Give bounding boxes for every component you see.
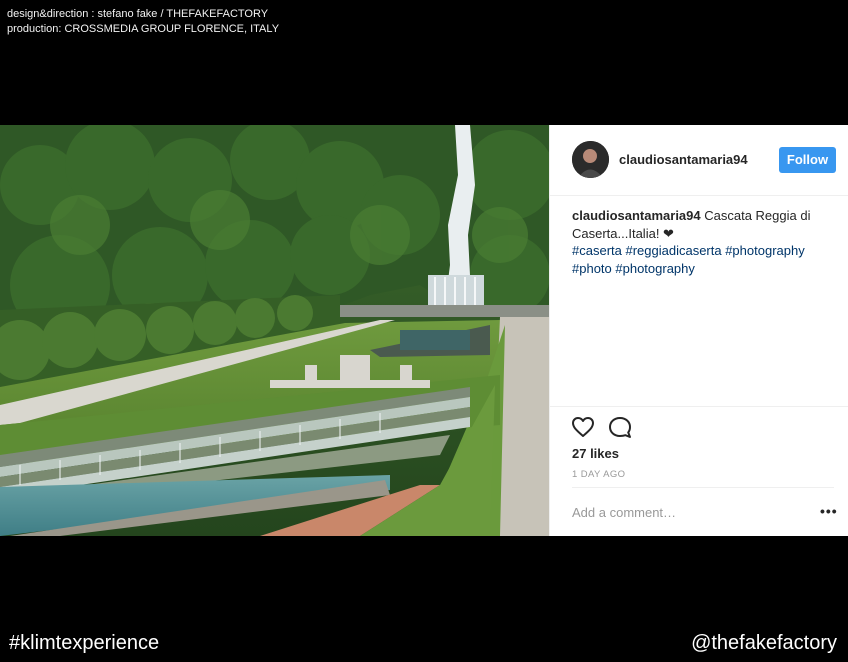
- likes-count[interactable]: 27 likes: [572, 446, 619, 461]
- footer-handle: @thefakefactory: [691, 632, 837, 654]
- action-icons: [572, 416, 632, 440]
- avatar[interactable]: [572, 141, 609, 178]
- post-photo[interactable]: [0, 125, 549, 536]
- caption-hashtags-line2[interactable]: #photo #photography: [572, 261, 695, 276]
- post-username[interactable]: claudiosantamaria94: [619, 152, 748, 167]
- more-options-icon[interactable]: •••: [820, 503, 838, 519]
- comment-divider: [572, 487, 834, 488]
- actions-divider: [550, 406, 848, 407]
- post-caption: claudiosantamaria94 Cascata Reggia di Ca…: [572, 207, 834, 277]
- credits-production: production: CROSSMEDIA GROUP FLORENCE, I…: [7, 23, 280, 35]
- post-side-panel: claudiosantamaria94 Follow claudiosantam…: [549, 125, 848, 536]
- instagram-post: claudiosantamaria94 Follow claudiosantam…: [0, 125, 848, 536]
- caption-username[interactable]: claudiosantamaria94: [572, 208, 701, 223]
- credits-direction: design&direction : stefano fake / THEFAK…: [7, 8, 269, 20]
- comment-input[interactable]: Add a comment…: [572, 505, 676, 520]
- footer-hashtag: #klimtexperience: [9, 632, 160, 654]
- follow-button[interactable]: Follow: [779, 147, 836, 173]
- heart-icon[interactable]: [572, 417, 594, 437]
- comment-icon[interactable]: [609, 417, 631, 438]
- post-header: claudiosantamaria94 Follow: [550, 125, 848, 196]
- cascade-landscape-image: [0, 125, 549, 536]
- credits: design&direction : stefano fake / THEFAK…: [7, 7, 279, 37]
- profile-photo: [572, 141, 609, 178]
- caption-hashtags-line1[interactable]: #caserta #reggiadicaserta #photography: [572, 243, 805, 258]
- post-timestamp: 1 DAY AGO: [572, 469, 626, 480]
